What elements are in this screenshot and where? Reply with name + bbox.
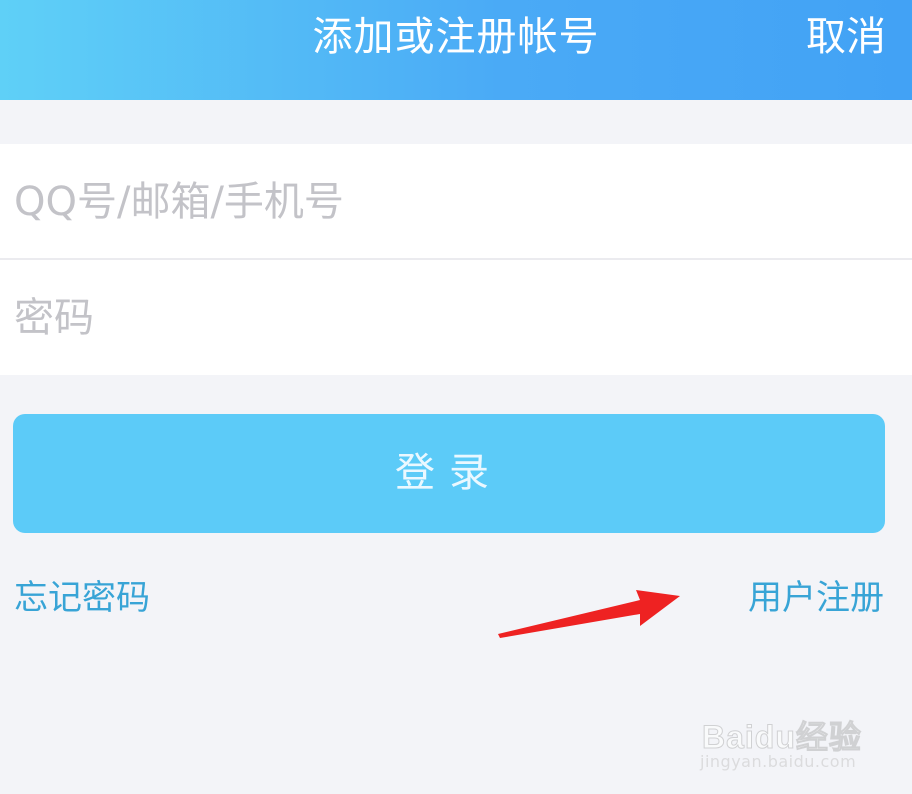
top-bar: 添加或注册帐号 取消: [0, 0, 912, 100]
login-form: [0, 144, 912, 375]
cancel-button[interactable]: 取消: [806, 0, 886, 75]
watermark-url: jingyan.baidu.com: [700, 752, 857, 771]
account-input[interactable]: [14, 144, 894, 259]
red-arrow-icon: [498, 590, 680, 638]
login-button[interactable]: 登录: [13, 414, 885, 533]
password-field: [0, 260, 912, 375]
password-input[interactable]: [14, 260, 894, 375]
account-field: [0, 144, 912, 260]
baidu-jingyan-watermark: Baidu经验 jingyan.baidu.com: [698, 696, 898, 786]
register-link[interactable]: 用户注册: [748, 570, 884, 619]
page-title: 添加或注册帐号: [312, 14, 600, 60]
forgot-password-link[interactable]: 忘记密码: [14, 570, 150, 619]
